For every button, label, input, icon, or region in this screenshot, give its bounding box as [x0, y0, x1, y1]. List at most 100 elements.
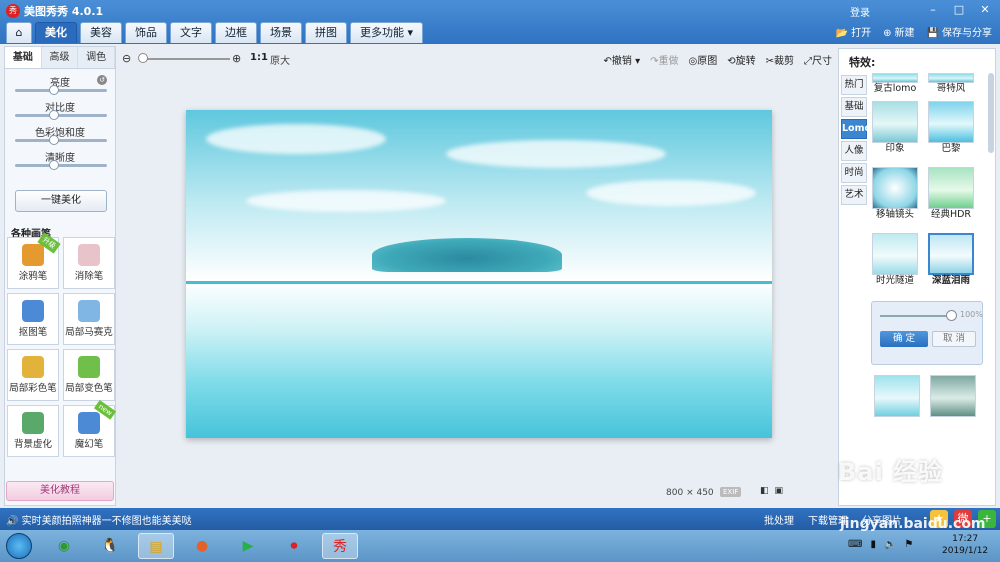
- sharpness-slider[interactable]: 清晰度: [5, 144, 115, 170]
- volume-icon[interactable]: 🔈: [884, 539, 896, 550]
- new-button[interactable]: ⊕ 新建: [883, 24, 914, 39]
- meitu-taskbar-icon[interactable]: 秀: [322, 533, 358, 559]
- slider-track: [15, 89, 107, 92]
- clock[interactable]: 17:27 2019/1/12: [942, 533, 988, 557]
- effect-time-tunnel[interactable]: 时光隧道: [871, 233, 919, 287]
- brush-background-blur[interactable]: 背景虚化: [7, 405, 59, 457]
- qq-icon[interactable]: 🐧: [92, 533, 128, 559]
- opacity-slider[interactable]: [880, 315, 952, 317]
- start-button[interactable]: [6, 533, 32, 559]
- open-button[interactable]: 📂 打开: [836, 24, 871, 39]
- tab-scene[interactable]: 场景: [260, 22, 302, 43]
- slider-thumb[interactable]: [49, 160, 59, 170]
- brush-local-recolor[interactable]: 局部变色笔: [63, 349, 115, 401]
- clock-date: 2019/1/12: [942, 546, 989, 556]
- confirm-button[interactable]: 确 定: [880, 331, 928, 347]
- effect-deep-blue-tears[interactable]: 深蓝泪雨: [927, 233, 975, 287]
- rotate-button[interactable]: ⟲旋转: [727, 52, 755, 67]
- image-times: ×: [686, 488, 694, 498]
- one-click-beautify-button[interactable]: 一键美化: [15, 190, 107, 212]
- original-image-button[interactable]: ◎原图: [688, 52, 717, 67]
- effect-retro-lomo[interactable]: 复古lomo: [871, 73, 919, 95]
- canvas-toolbar: ⊖ ⊕ 1:1 原大 ↶撤销 ▾ ↷重做 ◎原图 ⟲旋转 ✂裁剪 ⤢尺寸: [120, 48, 832, 70]
- subtab-advanced[interactable]: 高级: [41, 47, 79, 68]
- tab-beautify[interactable]: 美化: [35, 22, 77, 43]
- original-size-button[interactable]: 原大: [270, 52, 290, 67]
- tab-more[interactable]: 更多功能 ▾: [350, 22, 424, 43]
- subtab-basic[interactable]: 基础: [5, 47, 42, 68]
- category-art[interactable]: 艺术: [841, 185, 867, 205]
- status-message[interactable]: 🔊 实时美颜拍照神器一不修图也能美美哒: [6, 512, 192, 527]
- flag-icon[interactable]: ⚑: [904, 539, 913, 550]
- tab-border[interactable]: 边框: [215, 22, 257, 43]
- redo-button[interactable]: ↷重做: [650, 52, 678, 67]
- brush-local-color[interactable]: 局部彩色笔: [7, 349, 59, 401]
- brush-mosaic[interactable]: 局部马赛克: [63, 293, 115, 345]
- tab-text[interactable]: 文字: [170, 22, 212, 43]
- effect-thumbnail: [928, 101, 974, 143]
- zoom-in-icon[interactable]: ⊕: [232, 52, 241, 65]
- brightness-slider[interactable]: 亮度: [5, 69, 115, 95]
- exif-button[interactable]: EXIF: [720, 487, 742, 497]
- category-portrait[interactable]: 人像: [841, 141, 867, 161]
- cancel-button[interactable]: 取 消: [932, 331, 976, 347]
- brush-magic[interactable]: 魔幻笔 new: [63, 400, 117, 457]
- category-fashion[interactable]: 时尚: [841, 163, 867, 183]
- tab-home[interactable]: ⌂: [6, 22, 32, 43]
- photo-preview[interactable]: [186, 110, 772, 438]
- folder-icon[interactable]: ▤: [138, 533, 174, 559]
- network-icon[interactable]: ▮: [870, 539, 876, 550]
- browser-360-icon[interactable]: ◉: [46, 533, 82, 559]
- brush-cutout[interactable]: 抠图笔: [7, 293, 59, 345]
- tab-accessories[interactable]: 饰品: [125, 22, 167, 43]
- category-lomo[interactable]: Lomo: [841, 119, 871, 139]
- opacity-thumb[interactable]: [946, 310, 957, 321]
- zoom-out-icon[interactable]: ⊖: [122, 52, 131, 65]
- effect-classic-hdr[interactable]: 经典HDR: [927, 167, 975, 221]
- effect-extra-2[interactable]: [929, 375, 977, 417]
- zoom-slider[interactable]: [140, 58, 230, 60]
- category-hot[interactable]: 热门: [841, 75, 867, 95]
- app-title: 美图秀秀 4.0.1: [24, 5, 104, 18]
- effect-name: 经典HDR: [930, 209, 972, 220]
- keyboard-icon[interactable]: ⌨: [848, 539, 862, 550]
- tab-collage[interactable]: 拼图: [305, 22, 347, 43]
- brush-label: 抠图笔: [18, 327, 48, 338]
- close-button[interactable]: ✕: [976, 3, 994, 17]
- restore-button[interactable]: □: [950, 3, 968, 17]
- fullscreen-icon[interactable]: ▣: [775, 486, 784, 496]
- effect-extra-1[interactable]: [873, 375, 921, 417]
- save-share-button[interactable]: 💾 保存与分享: [927, 24, 992, 39]
- brush-doodle[interactable]: 涂鸦笔 升级: [7, 232, 61, 289]
- effect-paris[interactable]: 巴黎: [927, 101, 975, 155]
- brush-eraser[interactable]: 消除笔: [63, 237, 115, 289]
- saturation-slider[interactable]: 色彩饱和度: [5, 119, 115, 145]
- cloud: [206, 124, 386, 154]
- image-dimensions: 800 × 450: [666, 488, 714, 498]
- effect-thumbnail: [874, 375, 920, 417]
- video-player-icon[interactable]: ▶: [230, 533, 266, 559]
- zoom-ratio[interactable]: 1:1: [250, 52, 268, 63]
- effects-scrollbar[interactable]: [988, 73, 994, 153]
- effect-name: 深蓝泪雨: [931, 275, 970, 286]
- resize-button[interactable]: ⤢尺寸: [804, 52, 832, 67]
- batch-button[interactable]: 批处理: [764, 512, 794, 527]
- undo-button[interactable]: ↶撤销 ▾: [604, 52, 641, 67]
- minimize-button[interactable]: –: [924, 3, 942, 17]
- undo-label: 撤销: [611, 56, 632, 67]
- contrast-slider[interactable]: 对比度: [5, 94, 115, 120]
- login-link[interactable]: 登录: [850, 4, 870, 19]
- effect-impression[interactable]: 印象: [871, 101, 919, 155]
- tab-beauty[interactable]: 美容: [80, 22, 122, 43]
- screen-recorder-icon[interactable]: ⏺: [276, 533, 312, 559]
- firefox-icon[interactable]: ●: [184, 533, 220, 559]
- effect-tilt-shift[interactable]: 移轴镜头: [871, 167, 919, 221]
- subtab-color[interactable]: 调色: [78, 47, 116, 68]
- effect-gothic[interactable]: 哥特风: [927, 73, 975, 95]
- baidu-watermark: Bai 经验: [838, 458, 944, 486]
- zoom-thumb[interactable]: [138, 53, 148, 63]
- category-basic[interactable]: 基础: [841, 97, 867, 117]
- crop-button[interactable]: ✂裁剪: [766, 52, 794, 67]
- compare-view-icon[interactable]: ◧: [760, 486, 769, 496]
- beautify-tutorial-button[interactable]: 美化教程: [6, 481, 114, 501]
